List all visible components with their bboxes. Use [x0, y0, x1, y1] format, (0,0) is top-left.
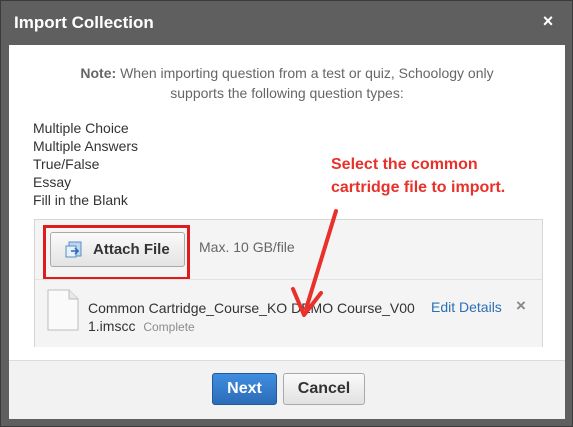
dialog-titlebar: Import Collection × — [1, 1, 572, 45]
dialog-footer: Next Cancel — [9, 360, 565, 419]
remove-file-icon[interactable]: × — [513, 297, 529, 315]
file-name: Common Cartridge_Course_KO DEMO Course_V… — [88, 299, 448, 336]
question-type-item: Multiple Choice — [33, 120, 129, 136]
attach-file-label: Attach File — [93, 241, 170, 258]
upload-status: Complete — [143, 320, 195, 334]
annotation-arrow — [291, 209, 338, 317]
annotation-line1: Select the common — [331, 156, 478, 173]
cancel-button[interactable]: Cancel — [283, 373, 365, 405]
note-line2: supports the following question types: — [170, 85, 404, 101]
import-collection-dialog: Import Collection × Note: When importing… — [0, 0, 573, 427]
document-icon — [47, 289, 79, 331]
attach-highlight-box: Attach File — [43, 225, 190, 280]
question-type-item: Multiple Answers — [33, 138, 139, 154]
question-type-item: Essay — [33, 174, 72, 190]
file-name-line2: 1.imscc — [88, 318, 136, 334]
instruction-annotation: Select the common cartridge file to impo… — [331, 153, 505, 199]
note-label: Note: — [80, 65, 117, 81]
question-type-item: True/False — [33, 156, 100, 172]
attach-file-icon — [65, 241, 83, 259]
next-button[interactable]: Next — [212, 373, 277, 405]
dialog-title: Import Collection — [14, 13, 154, 32]
annotation-line2: cartridge file to import. — [331, 179, 506, 196]
question-type-list: Multiple Choice Multiple Answers True/Fa… — [33, 119, 138, 209]
edit-details-link[interactable]: Edit Details — [431, 299, 502, 315]
question-type-item: Fill in the Blank — [33, 192, 128, 208]
close-icon[interactable]: × — [540, 11, 556, 31]
note-text: Note: When importing question from a tes… — [9, 63, 565, 103]
attach-file-button[interactable]: Attach File — [50, 232, 185, 267]
note-line1: When importing question from a test or q… — [120, 65, 494, 81]
file-name-line1: Common Cartridge_Course_KO DEMO Course_V… — [88, 300, 415, 316]
